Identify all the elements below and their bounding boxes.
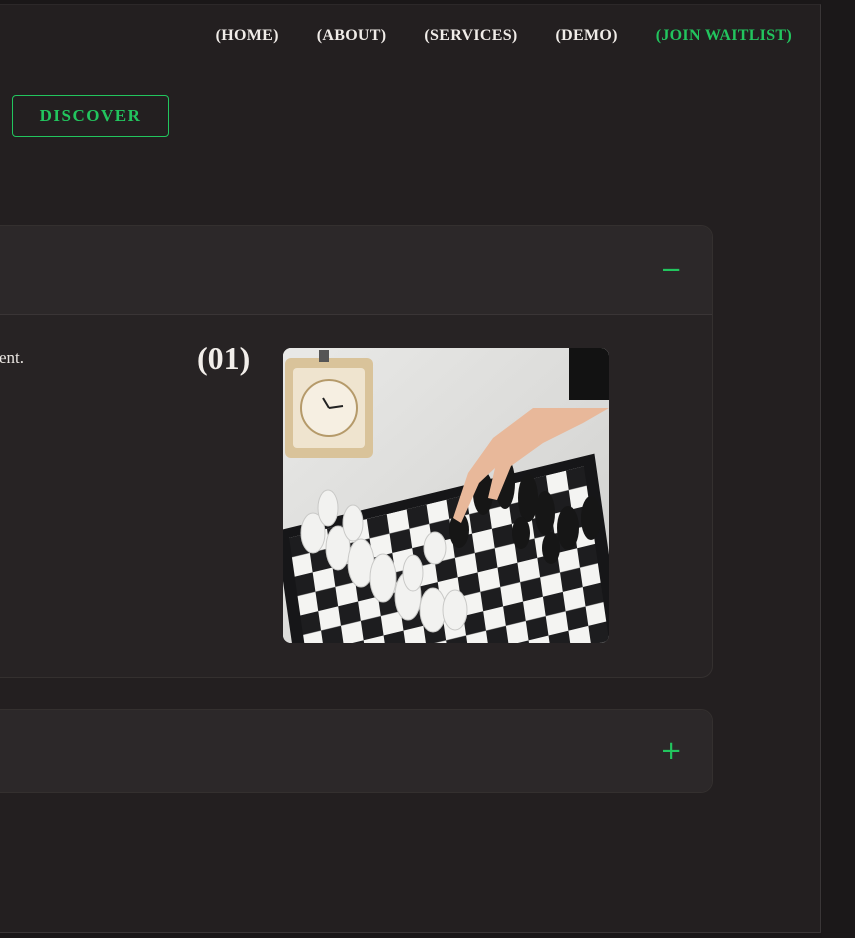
collapse-icon[interactable]: −: [660, 257, 682, 283]
accordion-item-1-content: ent. (01): [0, 315, 712, 677]
nav-join-waitlist-link[interactable]: (JOIN WAITLIST): [656, 27, 792, 45]
window-edge: [822, 0, 855, 938]
nav-demo-link[interactable]: (DEMO): [556, 27, 618, 45]
discover-button[interactable]: DISCOVER: [12, 95, 169, 137]
accordion-item-2-header[interactable]: +: [0, 710, 712, 792]
nav-about-link[interactable]: (ABOUT): [317, 27, 387, 45]
chess-illustration: [283, 348, 609, 643]
step-description: ent.: [0, 348, 25, 367]
expand-icon[interactable]: +: [660, 738, 682, 764]
nav-services-link[interactable]: (SERVICES): [424, 27, 517, 45]
accordion-item-2: +: [0, 709, 713, 793]
accordion-item-1-header[interactable]: −: [0, 226, 712, 315]
step-number: (01): [197, 340, 251, 376]
page-frame: (HOME) (ABOUT) (SERVICES) (DEMO) (JOIN W…: [0, 4, 821, 933]
chess-game-photo: [283, 348, 609, 643]
accordion-item-1: − ent. (01): [0, 225, 713, 678]
nav-home-link[interactable]: (HOME): [216, 27, 279, 45]
top-nav: (HOME) (ABOUT) (SERVICES) (DEMO) (JOIN W…: [216, 27, 792, 45]
